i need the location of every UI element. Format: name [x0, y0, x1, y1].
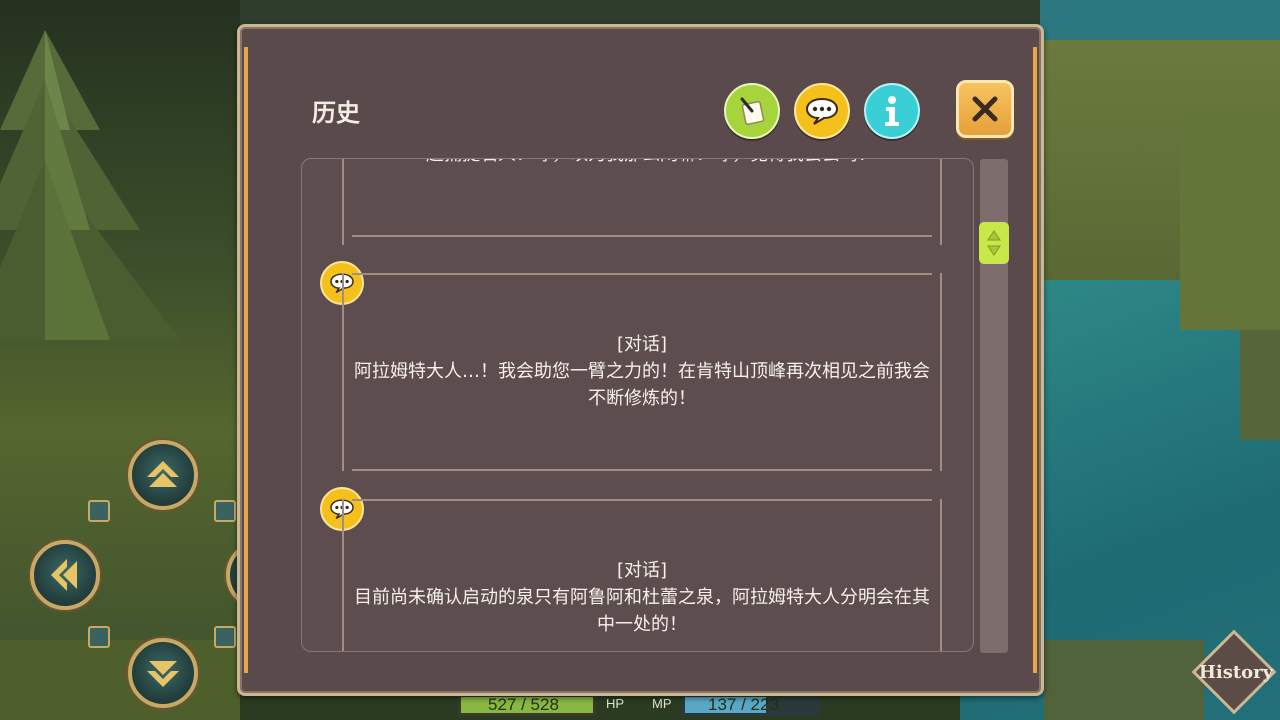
- info-filter-button[interactable]: [864, 83, 920, 139]
- dialog-title: 历史: [312, 99, 360, 127]
- hp-label: HP: [606, 696, 625, 711]
- hp-value: 527 / 528: [488, 695, 559, 714]
- mp-gauge: 137 / 223: [682, 694, 820, 716]
- chevron-left-icon: [51, 559, 77, 591]
- history-entry: [对话] 阿拉姆特大人…！我会助您一臂之力的！在肯特山顶峰再次相见之前我会不断修…: [342, 273, 942, 471]
- dpad-diagonal-dl[interactable]: [88, 626, 110, 648]
- history-entry: [对话] 目前尚未确认启动的泉只有阿鲁阿和杜蕾之泉，阿拉姆特大人分明会在其中一处…: [342, 499, 942, 651]
- speech-bubble-icon: [805, 97, 839, 125]
- close-button[interactable]: [956, 80, 1014, 138]
- dialogue-filter-button[interactable]: [794, 83, 850, 139]
- history-button[interactable]: History: [1191, 629, 1278, 716]
- mp-label: MP: [652, 696, 672, 711]
- entry-frame: [342, 159, 942, 245]
- entry-divider: [352, 235, 932, 237]
- scroll-quill-icon: [740, 97, 765, 126]
- scroll-arrows-icon: [987, 230, 1001, 256]
- entry-divider: [352, 273, 932, 275]
- history-list[interactable]: 一起捕捉石人？哼，以为我那么闲嘛？哼，觉得我会去吗？ [对话] 阿拉姆特大人…！…: [301, 158, 974, 652]
- ground-tile: [1044, 640, 1204, 720]
- dpad-left-button[interactable]: [30, 540, 100, 610]
- dialog-rail-right: [1033, 47, 1037, 673]
- dpad-up-button[interactable]: [128, 440, 198, 510]
- pine-tree: [0, 30, 180, 340]
- ground-tile: [1180, 110, 1280, 330]
- entry-text: 一起捕捉石人？哼，以为我那么闲嘛？哼，觉得我会去吗？: [352, 159, 932, 168]
- status-bar: 527 / 528 HP MP 137 / 223: [458, 694, 820, 716]
- entry-tag: [对话]: [616, 334, 668, 355]
- ground-tile: [1240, 330, 1280, 440]
- dpad-down-button[interactable]: [128, 638, 198, 708]
- close-icon: [972, 96, 998, 122]
- chevron-down-icon: [147, 661, 179, 687]
- entry-divider: [352, 469, 932, 471]
- ground-tile: [0, 640, 240, 720]
- history-scrollbar[interactable]: [979, 159, 1009, 653]
- dpad-diagonal-ul[interactable]: [88, 500, 110, 522]
- entry-divider: [352, 499, 932, 501]
- history-entry: 一起捕捉石人？哼，以为我那么闲嘛？哼，觉得我会去吗？: [342, 159, 942, 245]
- hp-gauge: 527 / 528: [458, 694, 596, 716]
- chevron-up-icon: [147, 461, 179, 487]
- info-icon: [885, 96, 899, 126]
- history-button-label: History: [1198, 662, 1274, 683]
- scrollbar-thumb[interactable]: [979, 222, 1009, 264]
- entry-text: 目前尚未确认启动的泉只有阿鲁阿和杜蕾之泉，阿拉姆特大人分明会在其中一处的！: [354, 587, 930, 635]
- dpad-diagonal-dr[interactable]: [214, 626, 236, 648]
- entry-text: 阿拉姆特大人…！我会助您一臂之力的！在肯特山顶峰再次相见之前我会不断修炼的！: [354, 361, 930, 409]
- log-filter-button[interactable]: [724, 83, 780, 139]
- dialog-rail-left: [244, 47, 248, 673]
- history-dialog: 历史 一起捕捉石人？哼，以为我那么闲嘛？哼，觉得我会去吗？: [237, 24, 1044, 696]
- entry-tag: [对话]: [616, 560, 668, 581]
- mp-value: 137 / 223: [708, 695, 779, 714]
- dpad-diagonal-ur[interactable]: [214, 500, 236, 522]
